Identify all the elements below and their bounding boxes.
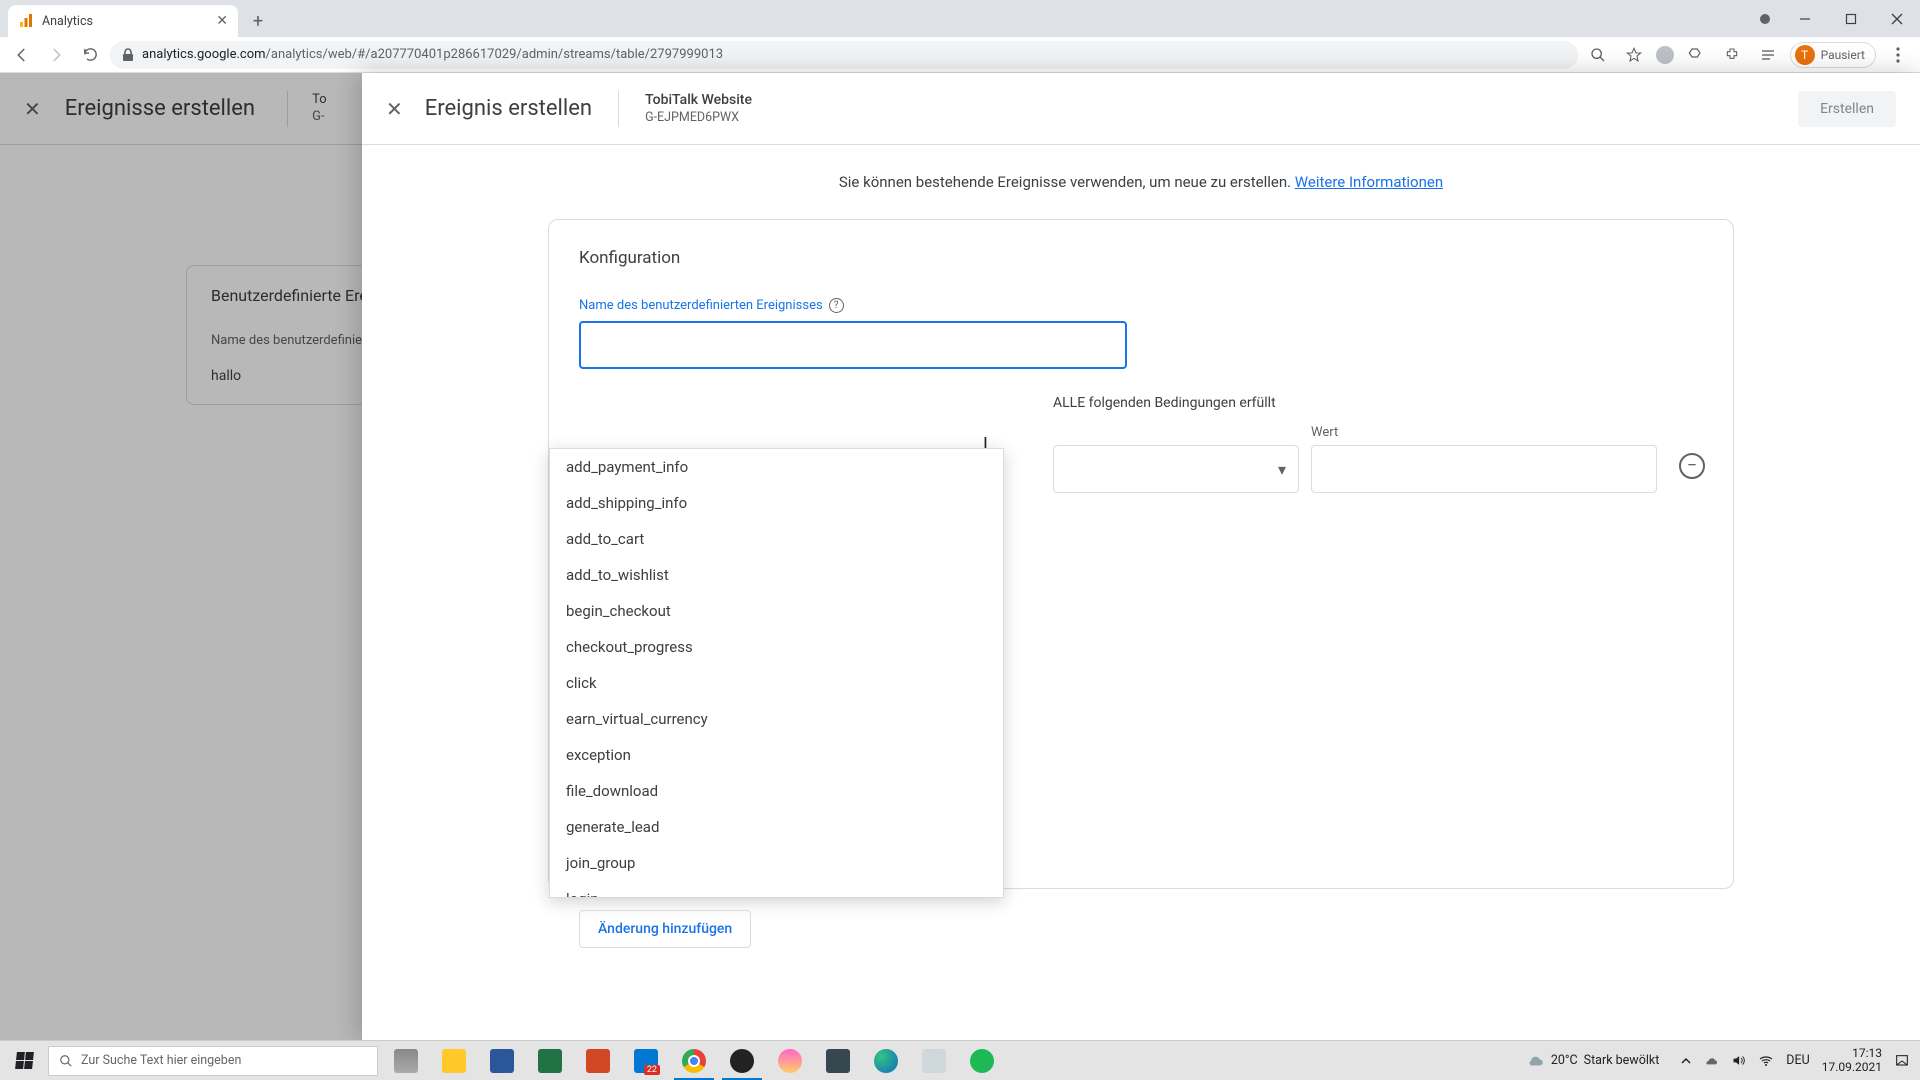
bookmark-star-icon[interactable] bbox=[1620, 41, 1648, 69]
chrome-menu-icon[interactable] bbox=[1884, 41, 1912, 69]
reading-list-icon[interactable] bbox=[1754, 41, 1782, 69]
spotify-icon[interactable] bbox=[958, 1041, 1006, 1080]
search-icon bbox=[59, 1054, 73, 1068]
window-minimize[interactable] bbox=[1782, 0, 1828, 37]
new-tab-button[interactable]: + bbox=[244, 7, 272, 35]
tab-search-icon[interactable] bbox=[1760, 14, 1770, 24]
browser-tab[interactable]: Analytics ✕ bbox=[8, 5, 238, 37]
window-close[interactable] bbox=[1874, 0, 1920, 37]
url-path: /analytics/web/#/a207770401p286617029/ad… bbox=[266, 47, 724, 62]
profile-avatar: T bbox=[1795, 45, 1815, 65]
app-icon-2[interactable] bbox=[814, 1041, 862, 1080]
dropdown-option[interactable]: earn_virtual_currency bbox=[550, 701, 1003, 737]
profile-chip[interactable]: T Pausiert bbox=[1790, 42, 1876, 68]
help-icon[interactable]: ? bbox=[829, 298, 844, 313]
language-indicator[interactable]: DEU bbox=[1786, 1053, 1809, 1068]
dropdown-option[interactable]: add_payment_info bbox=[550, 449, 1003, 485]
windows-taskbar: Zur Suche Text hier eingeben 22 20°C Sta… bbox=[0, 1040, 1920, 1080]
chevron-down-icon: ▾ bbox=[1278, 460, 1286, 479]
weather-widget[interactable]: 20°C Stark bewölkt bbox=[1527, 1052, 1659, 1070]
conditions-suffix: ALLE folgenden Bedingungen erfüllt bbox=[1053, 395, 1276, 411]
taskbar-clock[interactable]: 17:13 17.09.2021 bbox=[1822, 1047, 1882, 1075]
app-icon-1[interactable] bbox=[766, 1041, 814, 1080]
value-input[interactable] bbox=[1311, 445, 1657, 493]
extension-icon-2[interactable] bbox=[1682, 41, 1710, 69]
weather-text: Stark bewölkt bbox=[1584, 1053, 1660, 1068]
extension-icon-1[interactable] bbox=[1656, 46, 1674, 64]
windows-logo-icon bbox=[15, 1052, 34, 1069]
tray-chevron-icon[interactable] bbox=[1681, 1056, 1691, 1066]
nav-forward-button[interactable] bbox=[42, 41, 70, 69]
window-maximize[interactable] bbox=[1828, 0, 1874, 37]
search-placeholder: Zur Suche Text hier eingeben bbox=[81, 1053, 241, 1068]
extensions-puzzle-icon[interactable] bbox=[1718, 41, 1746, 69]
chrome-icon[interactable] bbox=[670, 1041, 718, 1080]
event-name-input[interactable] bbox=[579, 321, 1127, 369]
dropdown-option[interactable]: exception bbox=[550, 737, 1003, 773]
weather-temp: 20°C bbox=[1551, 1053, 1578, 1068]
zoom-icon[interactable] bbox=[1584, 41, 1612, 69]
url-host: analytics.google.com bbox=[142, 47, 266, 62]
dropdown-option[interactable]: add_to_wishlist bbox=[550, 557, 1003, 593]
file-explorer-icon[interactable] bbox=[430, 1041, 478, 1080]
event-name-dropdown: add_payment_infoadd_shipping_infoadd_to_… bbox=[549, 448, 1004, 898]
panel-close-button[interactable]: ✕ bbox=[386, 97, 403, 121]
dropdown-option[interactable]: add_to_cart bbox=[550, 521, 1003, 557]
operator-select[interactable]: ▾ bbox=[1053, 445, 1299, 493]
volume-icon[interactable] bbox=[1731, 1053, 1746, 1068]
dropdown-list[interactable]: add_payment_infoadd_shipping_infoadd_to_… bbox=[550, 449, 1003, 897]
taskbar-search[interactable]: Zur Suche Text hier eingeben bbox=[48, 1046, 378, 1076]
remove-condition-button[interactable]: − bbox=[1679, 453, 1705, 479]
name-field-label: Name des benutzerdefinierten Ereignisses… bbox=[579, 298, 1703, 313]
tab-close-icon[interactable]: ✕ bbox=[216, 14, 228, 28]
property-id: G-EJPMED6PWX bbox=[645, 110, 752, 125]
dropdown-option[interactable]: begin_checkout bbox=[550, 593, 1003, 629]
dropdown-option[interactable]: login bbox=[550, 881, 1003, 897]
task-view-button[interactable] bbox=[382, 1041, 430, 1080]
analytics-favicon bbox=[18, 13, 34, 29]
obs-icon[interactable] bbox=[718, 1041, 766, 1080]
edge-icon[interactable] bbox=[862, 1041, 910, 1080]
card-title: Konfiguration bbox=[579, 248, 1703, 268]
info-text: Sie können bestehende Ereignisse verwend… bbox=[362, 173, 1920, 191]
cloud-icon bbox=[1527, 1052, 1545, 1070]
info-link[interactable]: Weitere Informationen bbox=[1295, 173, 1443, 191]
notepad-icon[interactable] bbox=[910, 1041, 958, 1080]
onedrive-icon[interactable] bbox=[1703, 1053, 1719, 1069]
mail-icon[interactable]: 22 bbox=[622, 1041, 670, 1080]
wifi-icon[interactable] bbox=[1758, 1053, 1774, 1069]
powerpoint-icon[interactable] bbox=[574, 1041, 622, 1080]
dropdown-option[interactable]: join_group bbox=[550, 845, 1003, 881]
nav-reload-button[interactable] bbox=[76, 41, 104, 69]
tab-title: Analytics bbox=[42, 14, 93, 29]
create-event-panel: ✕ Ereignis erstellen TobiTalk Website G-… bbox=[362, 73, 1920, 1040]
panel-title: Ereignis erstellen bbox=[425, 96, 592, 121]
property-name: TobiTalk Website bbox=[645, 92, 752, 108]
config-card: Konfiguration Name des benutzerdefiniert… bbox=[548, 219, 1734, 889]
create-button[interactable]: Erstellen bbox=[1798, 91, 1896, 127]
clock-date: 17.09.2021 bbox=[1822, 1061, 1882, 1075]
dropdown-option[interactable]: click bbox=[550, 665, 1003, 701]
dropdown-option[interactable]: checkout_progress bbox=[550, 629, 1003, 665]
profile-status: Pausiert bbox=[1821, 48, 1865, 62]
dropdown-option[interactable]: generate_lead bbox=[550, 809, 1003, 845]
add-change-button[interactable]: Änderung hinzufügen bbox=[579, 910, 751, 948]
lock-icon bbox=[122, 48, 134, 62]
dropdown-option[interactable]: file_download bbox=[550, 773, 1003, 809]
word-icon[interactable] bbox=[478, 1041, 526, 1080]
notifications-icon[interactable] bbox=[1894, 1053, 1910, 1069]
dropdown-option[interactable]: add_shipping_info bbox=[550, 485, 1003, 521]
start-button[interactable] bbox=[0, 1041, 48, 1080]
clock-time: 17:13 bbox=[1822, 1047, 1882, 1061]
nav-back-button[interactable] bbox=[8, 41, 36, 69]
address-bar[interactable]: analytics.google.com/analytics/web/#/a20… bbox=[110, 41, 1578, 69]
value-label: Wert bbox=[1311, 425, 1338, 440]
excel-icon[interactable] bbox=[526, 1041, 574, 1080]
